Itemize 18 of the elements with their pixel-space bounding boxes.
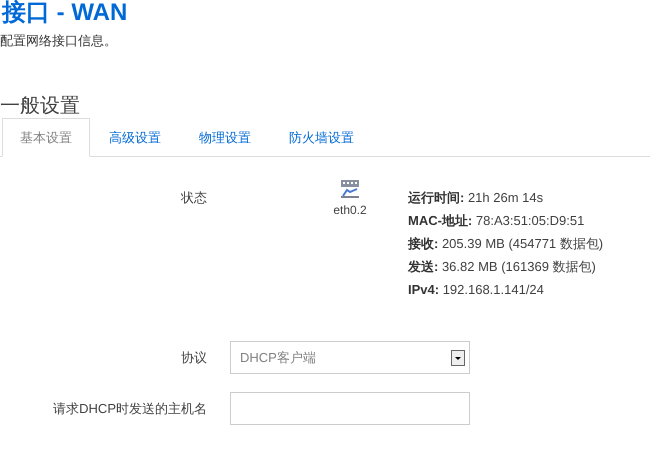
tab[interactable]: 物理设置 [180, 118, 270, 157]
status-line: IPv4: 192.168.1.141/24 [408, 281, 545, 299]
page-description: 配置网络接口信息。 [0, 32, 118, 50]
tab[interactable]: 高级设置 [90, 118, 180, 157]
field-label: 协议 [180, 348, 207, 366]
field-label: 请求DHCP时发送的主机名 [52, 400, 207, 418]
status-line: 运行时间: 21h 26m 14s [408, 189, 544, 207]
hostname-input[interactable] [230, 392, 470, 425]
status-line: MAC-地址: 78:A3:51:05:D9:51 [408, 212, 586, 230]
status-line: 发送: 36.82 MB (161369 数据包) [408, 258, 597, 276]
device-name: eth0.2 [333, 203, 367, 217]
tab[interactable]: 防火墙设置 [270, 118, 373, 157]
network-port-icon [339, 179, 361, 199]
field-label: 状态 [180, 189, 207, 207]
section-title: 一般设置 [0, 94, 81, 118]
protocol-dropdown[interactable]: DHCP客户端 [230, 341, 470, 374]
status-line: 接收: 205.39 MB (454771 数据包) [408, 235, 604, 253]
tab[interactable]: 基本设置 [2, 118, 90, 157]
